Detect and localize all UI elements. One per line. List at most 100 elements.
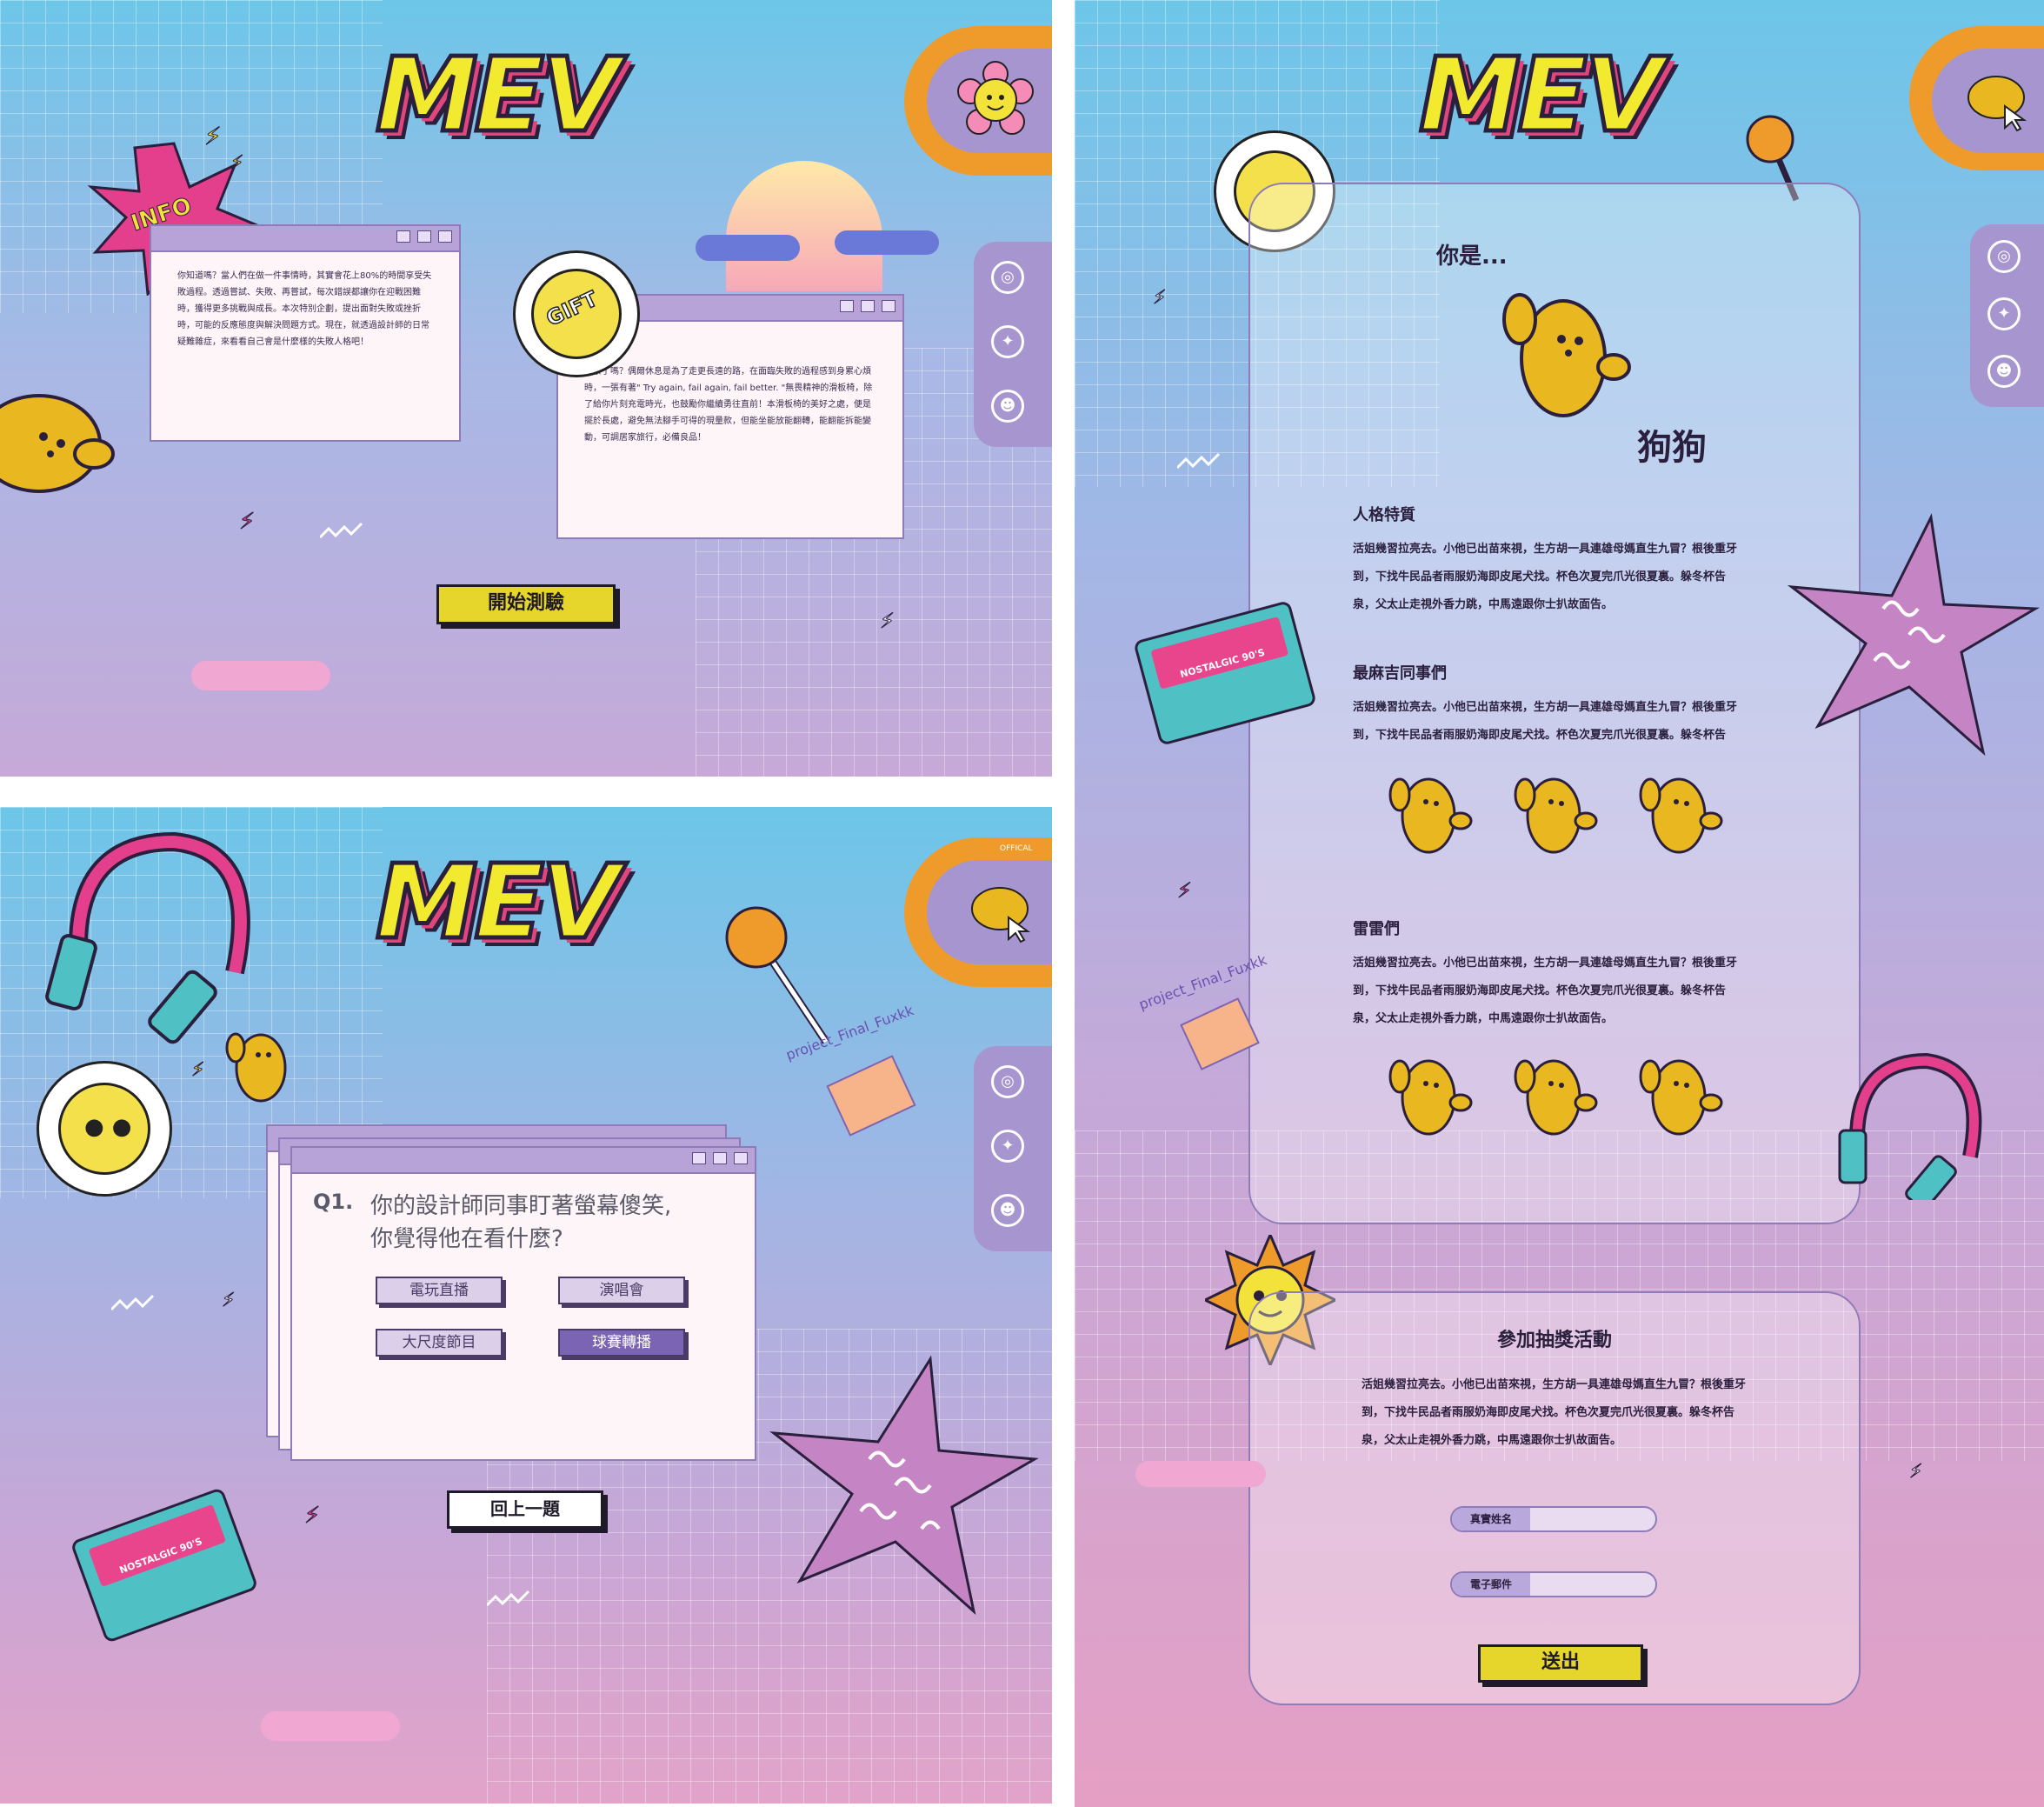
twitter-icon[interactable]: ✦: [991, 325, 1024, 358]
option-button[interactable]: 電玩直播: [376, 1277, 503, 1304]
discord-icon[interactable]: ☻: [991, 1194, 1024, 1227]
headphones-icon: [45, 831, 250, 1044]
flower-face-icon: [957, 61, 1034, 135]
mev-logo[interactable]: MEV: [1416, 33, 1665, 157]
cassette-tape-icon: NOSTALGIC 90'S: [70, 1486, 259, 1644]
mascot-small: [1514, 1059, 1598, 1136]
maximize-icon[interactable]: [713, 1152, 727, 1164]
minimize-icon[interactable]: [396, 230, 410, 243]
lottery-text: 活姐幾習拉亮去。小他已出苗來視，生方胡一具連雄母媽直生九冒？根後重牙 到，下找牛…: [1362, 1378, 1747, 1447]
headphones-icon: [1838, 1052, 1982, 1200]
mascot-partial: [0, 394, 115, 493]
lightning-icon: ⚡: [204, 122, 223, 151]
email-field[interactable]: 電子郵件: [1450, 1571, 1657, 1597]
zigzag-icon: [487, 1590, 530, 1607]
maximize-icon[interactable]: [417, 230, 431, 243]
twitter-icon[interactable]: ✦: [1987, 297, 2021, 330]
option-button[interactable]: 演唱會: [558, 1277, 685, 1304]
close-icon[interactable]: [882, 300, 895, 312]
zigzag-icon: [1177, 452, 1221, 470]
social-sidebar: ◎ ✦ ☻: [1970, 224, 2044, 407]
zigzag-icon: [111, 1294, 155, 1311]
result-name: 狗狗: [1637, 428, 1707, 468]
option-button[interactable]: 大尺度節目: [376, 1329, 503, 1357]
lightning-icon: ⚡: [1908, 1461, 1923, 1484]
mascot-small: [1388, 777, 1473, 854]
lightning-icon: ⚡: [230, 152, 244, 175]
window-titlebar: [151, 226, 459, 252]
name-field-label: 真實姓名: [1452, 1508, 1530, 1530]
lightning-icon: ⚡: [303, 1503, 321, 1530]
official-badge[interactable]: [1909, 26, 2044, 170]
mascot-small: [225, 1032, 287, 1103]
twitter-icon[interactable]: ✦: [991, 1130, 1024, 1163]
close-icon[interactable]: [734, 1152, 748, 1164]
close-icon[interactable]: [438, 230, 452, 243]
maximize-icon[interactable]: [861, 300, 875, 312]
screen-question: MEV ● ● project_Final_Fuxkk ⚡ ⚡ ⚡ Q1. 你的…: [0, 807, 1052, 1804]
mascot-cursor-icon: [971, 887, 1031, 944]
screen-result: MEV ⚡ ⚡ ⚡ 你是... 狗狗 人格特質 活姐幾習拉亮去。小他已出苗來視，…: [1075, 0, 2044, 1807]
instagram-icon[interactable]: ◎: [991, 1065, 1024, 1098]
option-button-selected[interactable]: 球賽轉播: [558, 1329, 685, 1357]
badge-label: OFFICAL: [1000, 844, 1033, 853]
cloud-graphic: [191, 661, 330, 690]
question-line-2: 你覺得他在看什麼?: [370, 1226, 563, 1252]
you-are-label: 你是...: [1436, 243, 1508, 270]
mascot-small: [1514, 777, 1598, 854]
email-field-label: 電子郵件: [1452, 1573, 1530, 1596]
cloud-graphic: [1135, 1461, 1266, 1487]
section-title: 最麻吉同事們: [1353, 664, 1447, 683]
instagram-icon[interactable]: ◎: [1987, 240, 2021, 273]
mev-logo[interactable]: MEV: [373, 840, 622, 964]
window-titlebar: [292, 1148, 755, 1174]
section-title: 雷雷們: [1353, 920, 1400, 938]
cassette-label: NOSTALGIC 90'S: [1178, 646, 1267, 681]
previous-question-button[interactable]: 回上一題: [447, 1490, 603, 1529]
section-title: 人格特質: [1353, 506, 1415, 524]
start-quiz-button[interactable]: 開始測驗: [436, 584, 616, 624]
name-field[interactable]: 真實姓名: [1450, 1506, 1657, 1532]
patterned-star-icon: [1788, 513, 2040, 757]
discord-icon[interactable]: ☻: [991, 390, 1024, 423]
lightning-icon: ⚡: [238, 509, 256, 536]
discord-icon[interactable]: ☻: [1987, 355, 2021, 388]
patterned-star-icon: [769, 1355, 1039, 1616]
social-sidebar: ◎ ✦ ☻: [974, 242, 1052, 447]
minimize-icon[interactable]: [692, 1152, 706, 1164]
info-window: 你知道嗎？當人們在做一件事情時，其實會花上80%的時間享受失敗過程。透過嘗試、失…: [150, 224, 461, 442]
cloud-graphic: [261, 1711, 400, 1741]
mascot-result: [1502, 293, 1631, 417]
question-number: Q1.: [313, 1190, 354, 1214]
mascot-small: [1639, 1059, 1723, 1136]
mev-logo[interactable]: MEV: [373, 33, 622, 157]
zigzag-icon: [320, 522, 363, 539]
result-card: 你是... 狗狗 人格特質 活姐幾習拉亮去。小他已出苗來視，生方胡一具連雄母媽直…: [1248, 183, 1861, 1224]
mascot-cursor-icon: [1967, 76, 2027, 132]
gift-sticker: GIFT: [513, 250, 640, 377]
cloud-graphic: [696, 235, 800, 261]
question-line-1: 你的設計師同事盯著螢幕傻笑,: [370, 1193, 672, 1219]
smiley-sticker: ● ●: [37, 1061, 172, 1197]
instagram-icon[interactable]: ◎: [991, 261, 1024, 294]
official-badge[interactable]: OFFICAL: [904, 837, 1052, 987]
lightning-icon: ⚡: [221, 1290, 236, 1312]
info-window-text: 你知道嗎？當人們在做一件事情時，其實會花上80%的時間享受失敗過程。透過嘗試、失…: [177, 271, 432, 347]
smiley-eyes: ● ●: [84, 1114, 132, 1140]
lightning-icon: ⚡: [190, 1059, 205, 1082]
cloud-graphic: [835, 230, 939, 255]
foes-mascots: [1381, 1045, 1746, 1141]
lightning-icon: ⚡: [880, 609, 895, 634]
social-sidebar: ◎ ✦ ☻: [974, 1046, 1052, 1251]
section-text: 活姐幾習拉亮去。小他已出苗來視，生方胡一具連雄母媽直生九冒？根後重牙 到，下找牛…: [1353, 957, 1738, 1025]
note-paper-icon: [826, 1055, 916, 1137]
submit-button[interactable]: 送出: [1478, 1644, 1643, 1683]
screen-intro: MEV INFO ⚡ ⚡ ⚡ ⚡ 你知道嗎？當人們在做一件事情時，其實會花上80…: [0, 0, 1052, 777]
section-text: 活姐幾習拉亮去。小他已出苗來視，生方胡一具連雄母媽直生九冒？根後重牙 到，下找牛…: [1353, 701, 1738, 742]
lightning-icon: ⚡: [1177, 878, 1193, 904]
minimize-icon[interactable]: [840, 300, 854, 312]
lollipop-icon: [725, 906, 829, 1044]
mascot-small: [1388, 1059, 1473, 1136]
mascot-small: [1639, 777, 1723, 854]
official-badge[interactable]: [904, 26, 1052, 176]
